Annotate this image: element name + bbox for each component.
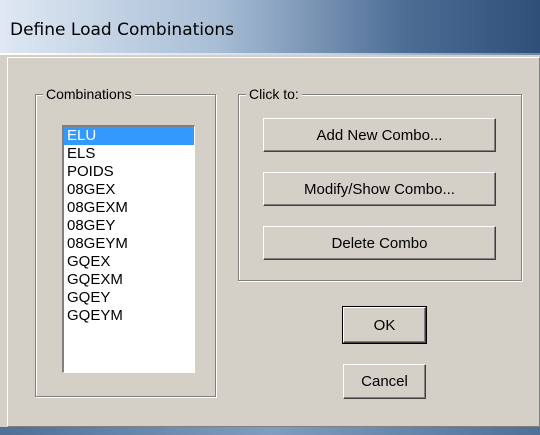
modify-show-combo-button[interactable]: Modify/Show Combo...: [263, 172, 496, 206]
list-item[interactable]: GQEY: [64, 289, 194, 307]
list-item[interactable]: 08GEXM: [64, 199, 194, 217]
list-item[interactable]: POIDS: [64, 163, 194, 181]
delete-combo-button[interactable]: Delete Combo: [263, 226, 496, 260]
add-new-combo-label: Add New Combo...: [316, 126, 443, 144]
list-item[interactable]: GQEX: [64, 253, 194, 271]
cancel-button-label: Cancel: [361, 373, 408, 390]
add-new-combo-button[interactable]: Add New Combo...: [263, 118, 496, 152]
list-item[interactable]: ELS: [64, 145, 194, 163]
click-to-group-label: Click to:: [246, 86, 302, 102]
list-item[interactable]: GQEYM: [64, 307, 194, 325]
list-item[interactable]: ELU: [64, 127, 194, 145]
modify-show-combo-label: Modify/Show Combo...: [304, 180, 455, 198]
list-item[interactable]: 08GEY: [64, 217, 194, 235]
list-item[interactable]: 08GEX: [64, 181, 194, 199]
delete-combo-label: Delete Combo: [331, 234, 428, 252]
window-title: Define Load Combinations: [10, 20, 235, 40]
combinations-list[interactable]: ELU ELS POIDS 08GEX 08GEXM 08GEY 08GEYM …: [62, 125, 195, 373]
title-bar[interactable]: Define Load Combinations: [0, 0, 540, 55]
list-item[interactable]: GQEXM: [64, 271, 194, 289]
list-item[interactable]: 08GEYM: [64, 235, 194, 253]
window-bottom-edge: [0, 427, 540, 435]
ok-button[interactable]: OK: [342, 306, 427, 344]
cancel-button[interactable]: Cancel: [343, 364, 426, 399]
ok-button-label: OK: [373, 316, 396, 334]
combinations-group-label: Combinations: [43, 86, 135, 102]
title-bar-edge: [0, 53, 540, 55]
